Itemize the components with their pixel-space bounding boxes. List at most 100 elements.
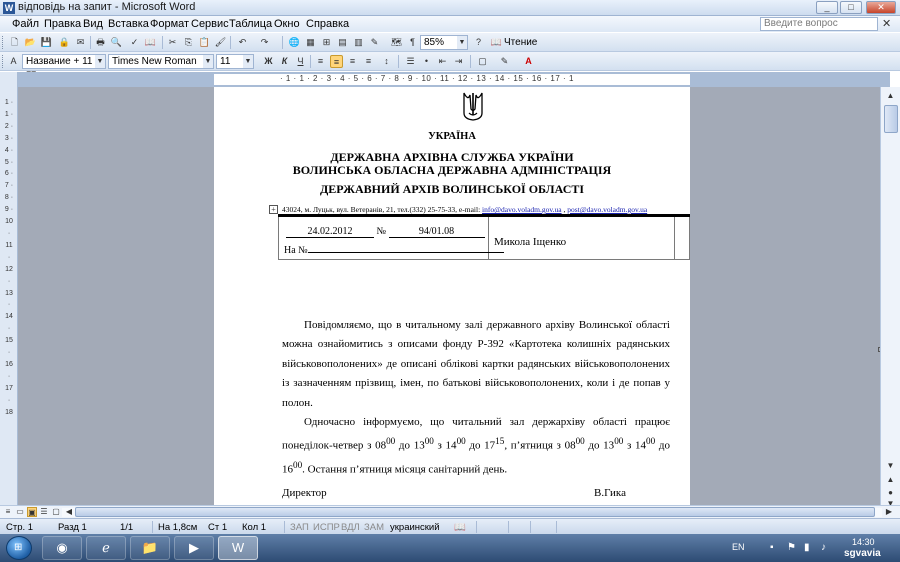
increase-indent-icon[interactable]: ⇥ [452,55,465,68]
bold-button[interactable]: Ж [262,55,275,68]
outline-view-icon[interactable]: ☰ [39,507,49,517]
print-preview-icon[interactable]: 🔍 [110,36,123,49]
word-taskbar-icon[interactable]: W [218,536,258,560]
italic-button[interactable]: К [278,55,291,68]
tray-flag-icon[interactable]: ⚑ [787,542,796,553]
align-left-icon[interactable]: ≡ [314,55,327,68]
zoom-select[interactable]: 85% ▼ [420,35,468,50]
menu-help[interactable]: Справка [306,18,349,30]
scroll-up-icon[interactable]: ▲ [883,89,898,102]
horizontal-scrollbar[interactable]: ≡ ▭ ▣ ☰ ▢ ◀ ▶ [0,505,900,518]
align-right-icon[interactable]: ≡ [346,55,359,68]
reading-icon[interactable]: 📖 [490,36,503,49]
underline-button[interactable]: Ч [294,55,307,68]
insert-excel-icon[interactable]: ▤ [336,36,349,49]
help-search-input[interactable]: Введите вопрос [760,17,878,31]
document-map-icon[interactable]: 🗺 [390,36,403,49]
insert-table-icon[interactable]: ⊞ [320,36,333,49]
email-link-1[interactable]: info@davo.voladm.gov.ua [482,205,562,214]
font-size-select[interactable]: 11 ▼ [216,54,254,69]
maximize-button[interactable]: □ [840,1,862,14]
web-view-icon[interactable]: ▭ [15,507,25,517]
menu-window[interactable]: Окно [274,18,300,30]
status-overtype[interactable]: ЗАМ [364,522,384,533]
menu-insert[interactable]: Вставка [108,18,149,30]
menu-edit[interactable]: Правка [44,18,81,30]
menu-format[interactable]: Формат [150,18,189,30]
reading-mode-button[interactable]: Чтение [504,35,537,50]
format-painter-icon[interactable]: 🖌 [214,36,227,49]
font-color-icon[interactable]: A [522,55,535,68]
justify-icon[interactable]: ≡ [362,55,375,68]
research-icon[interactable]: 📖 [144,36,157,49]
bullets-icon[interactable]: • [420,55,433,68]
table-move-handle-icon[interactable]: + [269,205,278,214]
print-layout-icon[interactable]: ▣ [27,507,37,517]
undo-icon[interactable]: ↶ [236,36,249,49]
menu-view[interactable]: Вид [83,18,103,30]
save-icon[interactable]: 💾 [40,36,53,49]
vertical-scrollbar[interactable]: ▲ ▼ ▲ ● ▼ [880,87,900,508]
toolbar-grip[interactable] [2,36,5,49]
borders-icon[interactable]: ▢ [476,55,489,68]
font-select[interactable]: Times New Roman ▼ [108,54,214,69]
internet-explorer-taskbar-icon[interactable]: ℯ [86,536,126,560]
previous-page-icon[interactable]: ▲ [883,473,898,486]
numbering-icon[interactable]: ☰ [404,55,417,68]
word-app-icon[interactable]: W [3,2,15,14]
line-spacing-icon[interactable]: ↕ [380,55,393,68]
normal-view-icon[interactable]: ≡ [3,507,13,517]
help-icon[interactable]: ? [472,36,485,49]
start-button[interactable]: ⊞ [6,536,32,560]
style-select[interactable]: Название + 11 пт, ▼ [22,54,106,80]
reading-view-icon[interactable]: ▢ [51,507,61,517]
menu-table[interactable]: Таблица [229,18,272,30]
spelling-status-icon[interactable]: 📖 [454,522,466,533]
scroll-right-icon[interactable]: ▶ [884,507,894,517]
vertical-ruler[interactable]: 1 · 1 · 2 · 3 · 4 · 5 · 6 · 7 · 8 · 9 · … [0,87,18,505]
print-icon[interactable]: 🖶 [94,36,107,49]
paste-icon[interactable]: 📋 [198,36,211,49]
hyperlink-icon[interactable]: 🌐 [288,36,301,49]
document-page[interactable]: УКРАЇНА ДЕРЖАВНА АРХІВНА СЛУЖБА УКРАЇНИ … [214,87,690,505]
tray-device-icon[interactable]: ▪ [770,542,774,553]
align-center-icon[interactable]: ≡ [330,55,343,68]
horizontal-ruler[interactable]: · 1 · 1 · 2 · 3 · 4 · 5 · 6 · 7 · 8 · 9 … [18,72,890,87]
scroll-left-icon[interactable]: ◀ [64,507,74,517]
tables-borders-icon[interactable]: ▦ [304,36,317,49]
show-hide-icon[interactable]: ¶ [406,36,419,49]
close-button[interactable]: ✕ [866,1,896,14]
redo-icon[interactable]: ↷ [258,36,271,49]
menu-file[interactable]: Файл [12,18,39,30]
toolbar-grip[interactable] [2,55,5,68]
new-document-icon[interactable]: 🗋 [8,36,21,49]
explorer-taskbar-icon[interactable]: 📁 [130,536,170,560]
tab-selector[interactable] [0,72,18,87]
horizontal-scroll-thumb[interactable] [75,507,875,517]
styles-pane-icon[interactable]: A [7,55,20,68]
permission-icon[interactable]: 🔒 [58,36,71,49]
columns-icon[interactable]: ▥ [352,36,365,49]
tray-network-icon[interactable]: ▮ [804,542,810,553]
minimize-button[interactable]: _ [816,1,838,14]
cut-icon[interactable]: ✂ [166,36,179,49]
document-canvas[interactable]: УКРАЇНА ДЕРЖАВНА АРХІВНА СЛУЖБА УКРАЇНИ … [18,87,880,505]
vertical-scroll-thumb[interactable] [884,105,898,133]
open-folder-icon[interactable]: 📂 [24,36,37,49]
chrome-taskbar-icon[interactable]: ◉ [42,536,82,560]
status-track-changes[interactable]: ИСПР [313,522,340,533]
status-language[interactable]: украинский [390,522,440,533]
scroll-down-icon[interactable]: ▼ [883,459,898,472]
status-extend[interactable]: ВДЛ [341,522,360,533]
highlight-icon[interactable]: ✎ [498,55,511,68]
copy-icon[interactable]: ⎘ [182,36,195,49]
decrease-indent-icon[interactable]: ⇤ [436,55,449,68]
spelling-icon[interactable]: ✓ [128,36,141,49]
media-player-taskbar-icon[interactable]: ▶ [174,536,214,560]
email-icon[interactable]: ✉ [74,36,87,49]
drawing-icon[interactable]: ✎ [368,36,381,49]
system-clock[interactable]: 14:30 [852,537,875,547]
input-language[interactable]: EN [732,542,745,552]
document-close-icon[interactable]: ✕ [882,17,891,30]
email-link-2[interactable]: post@davo.voladm.gov.ua [567,205,647,214]
